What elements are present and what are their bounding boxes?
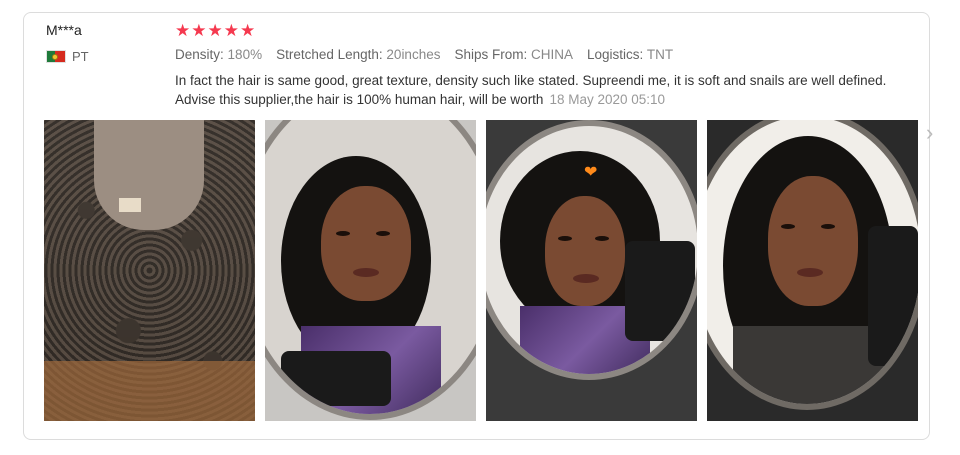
chevron-right-icon[interactable]: › (926, 120, 933, 146)
heart-icon: ❤ (584, 164, 598, 181)
spec-label: Logistics: (587, 47, 644, 62)
spec-logistics: Logistics: TNT (587, 47, 673, 62)
review-body: In fact the hair is same good, great tex… (175, 73, 887, 107)
rating-stars: ★ ★ ★ ★ ★ (175, 22, 255, 39)
selfie-photo-2[interactable]: ❤ (486, 120, 697, 421)
spec-value: 20inches (386, 47, 441, 62)
star-icon: ★ (191, 21, 207, 40)
spec-label: Density: (175, 47, 224, 62)
review-text-block: In fact the hair is same good, great tex… (175, 71, 920, 109)
spec-value: 180% (227, 47, 263, 62)
spec-label: Ships From: (454, 47, 528, 62)
spec-value: TNT (646, 47, 674, 62)
reviewer-country: PT (46, 49, 89, 64)
country-code: PT (72, 49, 89, 64)
star-icon: ★ (175, 21, 191, 40)
product-specs: Density: 180% Stretched Length: 20inches… (175, 47, 673, 62)
portugal-flag-icon (46, 50, 66, 63)
selfie-photo-1[interactable] (265, 120, 476, 421)
star-icon: ★ (240, 21, 256, 40)
reviewer-name: M***a (46, 22, 82, 38)
review-date: 18 May 2020 05:10 (549, 92, 666, 107)
star-icon: ★ (223, 21, 239, 40)
wig-photo[interactable] (44, 120, 255, 421)
spec-ships-from: Ships From: CHINA (454, 47, 573, 62)
review-photos: ❤ (44, 120, 918, 421)
selfie-photo-3[interactable] (707, 120, 918, 421)
spec-label: Stretched Length: (276, 47, 383, 62)
spec-density: Density: 180% (175, 47, 262, 62)
spec-value: CHINA (531, 47, 574, 62)
star-icon: ★ (207, 21, 223, 40)
spec-stretched-length: Stretched Length: 20inches (276, 47, 440, 62)
